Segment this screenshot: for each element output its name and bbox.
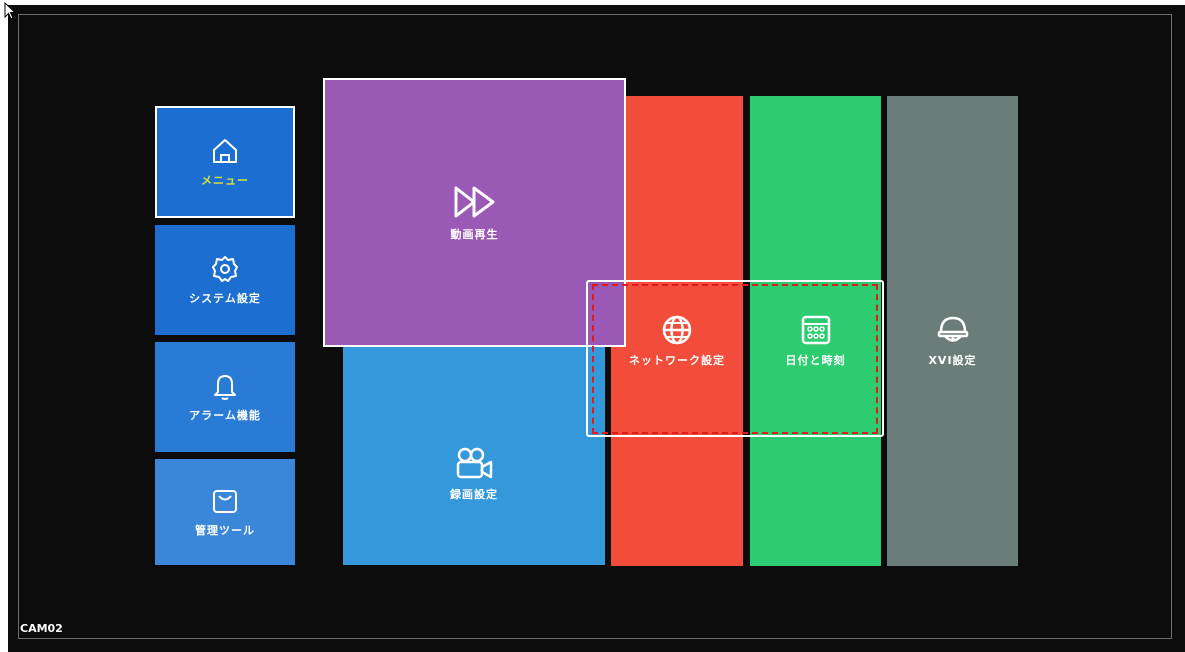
xvi-settings-label: XVI設定 <box>928 354 977 367</box>
alarm-function-tile[interactable]: アラーム機能 <box>155 342 295 452</box>
system-settings-label: システム設定 <box>189 292 261 305</box>
recording-settings-tile[interactable]: 録画設定 <box>343 343 605 565</box>
recording-settings-label: 録画設定 <box>450 488 498 501</box>
video-camera-icon <box>456 447 493 479</box>
bell-icon <box>214 375 236 400</box>
bag-icon <box>213 490 237 513</box>
management-tools-tile[interactable]: 管理ツール <box>155 459 295 565</box>
management-tools-label: 管理ツール <box>195 524 255 537</box>
menu-tile[interactable]: メニュー <box>155 106 295 218</box>
home-icon <box>213 139 237 163</box>
highlight-dashed-box <box>592 284 878 434</box>
gear-icon <box>212 256 238 282</box>
video-playback-tile[interactable]: 動画再生 <box>323 78 626 347</box>
xvi-settings-tile[interactable]: XVI設定 <box>887 96 1018 566</box>
camera-label: CAM02 <box>20 622 63 635</box>
video-playback-label: 動画再生 <box>450 227 499 241</box>
dome-camera-icon <box>937 316 968 342</box>
alarm-function-label: アラーム機能 <box>189 409 261 422</box>
system-settings-tile[interactable]: システム設定 <box>155 225 295 335</box>
menu-label: メニュー <box>201 174 249 187</box>
mouse-pointer-icon <box>4 1 18 24</box>
fast-forward-icon <box>454 186 494 217</box>
